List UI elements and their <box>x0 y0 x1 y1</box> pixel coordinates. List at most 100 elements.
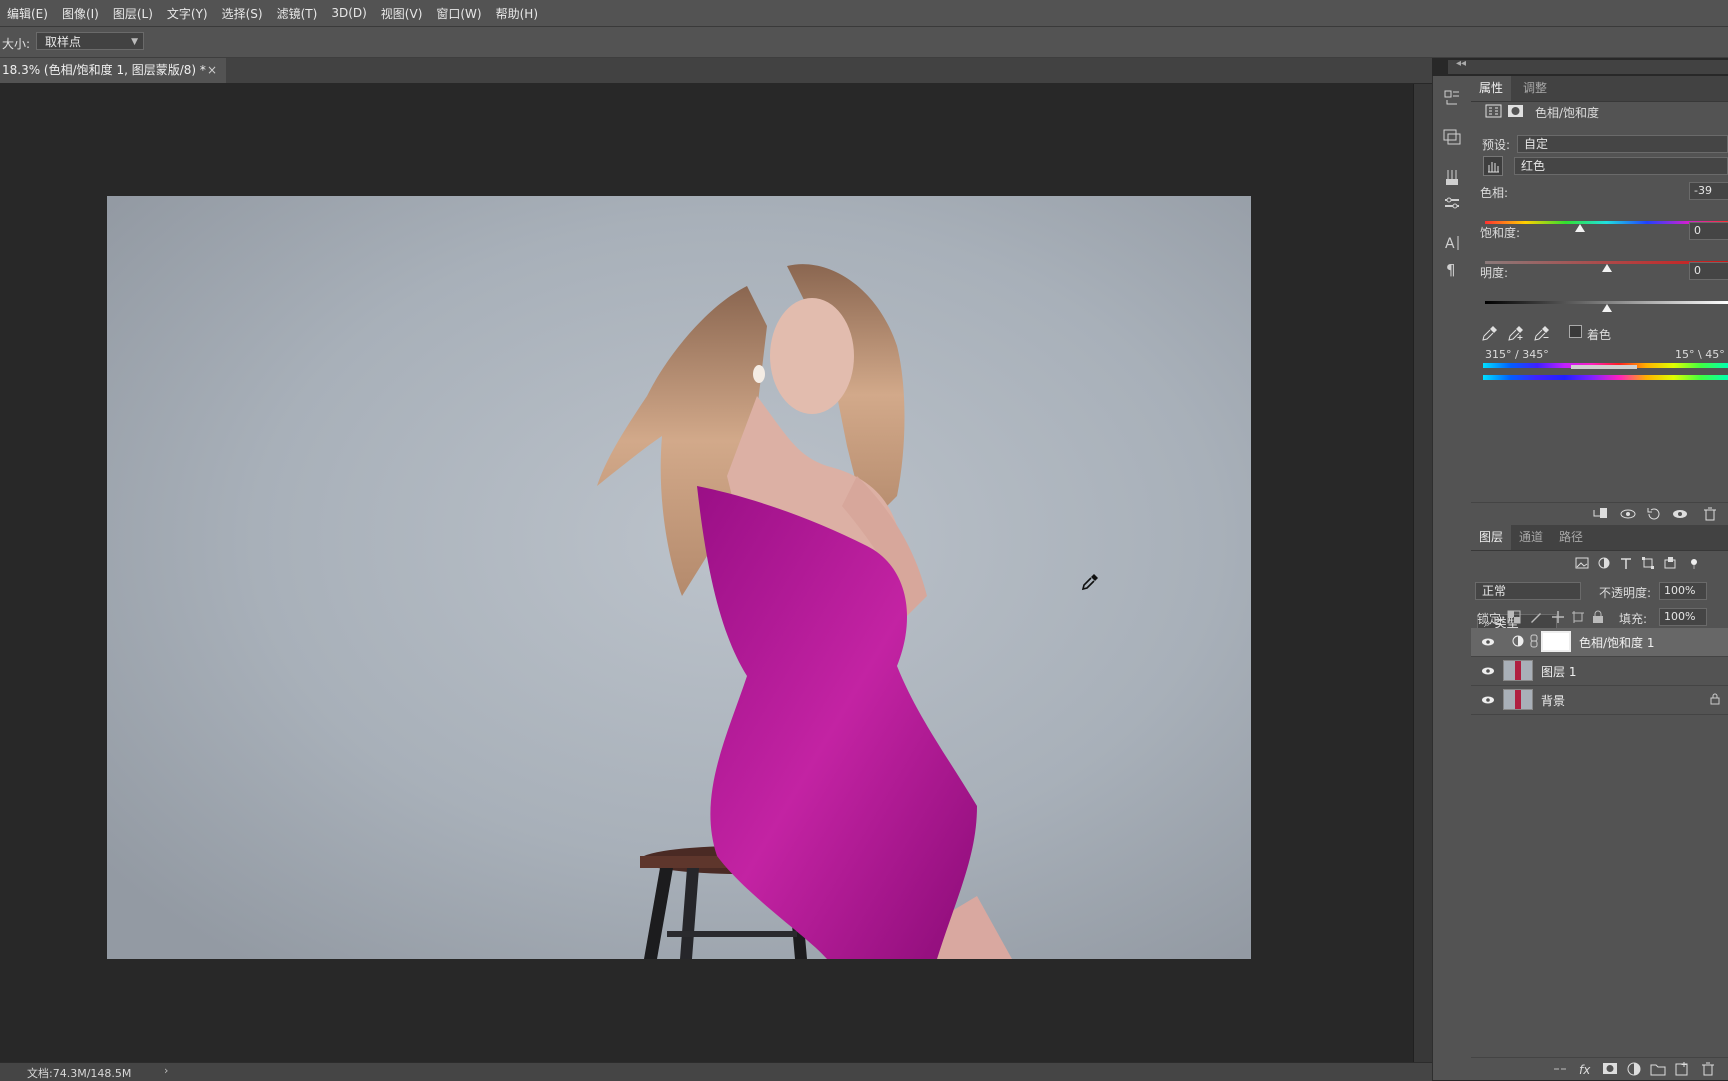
new-group-icon[interactable] <box>1649 1060 1667 1078</box>
character-icon[interactable]: A <box>1443 234 1461 252</box>
options-bar: 大小: 取样点 ▼ <box>0 27 1728 58</box>
opacity-label: 不透明度: <box>1599 586 1652 600</box>
preset-select[interactable]: 自定 <box>1517 135 1728 153</box>
range-right-readout: 15° \ 45° <box>1675 348 1725 361</box>
channel-select[interactable]: 红色 <box>1514 157 1728 175</box>
blend-mode-select[interactable]: 正常 <box>1475 582 1581 600</box>
menu-select[interactable]: 选择(S) <box>215 5 270 22</box>
filter-pixel-icon[interactable] <box>1575 556 1593 574</box>
hue-saturation-icon <box>1511 634 1525 648</box>
lightness-slider-thumb[interactable] <box>1601 304 1612 312</box>
visibility-eye-icon[interactable] <box>1481 694 1495 704</box>
filter-adjustment-icon[interactable] <box>1597 556 1615 574</box>
lock-icon <box>1709 693 1721 705</box>
collapse-panels-icon[interactable]: ◂◂ <box>1456 58 1466 69</box>
status-menu-arrow-icon[interactable]: › <box>164 1064 168 1077</box>
menu-edit[interactable]: 编辑(E) <box>0 5 55 22</box>
layer-mask-thumbnail[interactable] <box>1541 631 1571 652</box>
view-previous-state-icon[interactable] <box>1619 505 1637 523</box>
panel-dock-header[interactable]: ◂◂ <box>1448 58 1728 74</box>
lock-label: 锁定: <box>1477 612 1506 626</box>
layer-name[interactable]: 色相/饱和度 1 <box>1579 634 1655 651</box>
tab-paths[interactable]: 路径 <box>1551 525 1591 550</box>
lightness-value-input[interactable]: 0 <box>1689 262 1728 280</box>
properties-tabs: 属性 调整 <box>1471 76 1728 102</box>
link-layers-icon[interactable] <box>1551 1060 1569 1078</box>
document-size-info[interactable]: 文档:74.3M/148.5M <box>27 1065 131 1081</box>
layers-footer: fx <box>1471 1057 1728 1080</box>
menu-view[interactable]: 视图(V) <box>374 5 430 22</box>
visibility-eye-icon[interactable] <box>1481 636 1495 646</box>
tab-properties[interactable]: 属性 <box>1471 76 1512 101</box>
layer-comps-icon[interactable] <box>1443 128 1461 146</box>
add-to-sample-icon[interactable] <box>1507 324 1525 342</box>
clip-to-layer-icon[interactable] <box>1591 505 1609 523</box>
visibility-eye-icon[interactable] <box>1481 665 1495 675</box>
eyedropper-icon[interactable] <box>1481 324 1499 342</box>
menu-window[interactable]: 窗口(W) <box>429 5 488 22</box>
status-bar: 文档:74.3M/148.5M › <box>0 1062 1432 1081</box>
layer-thumbnail[interactable] <box>1503 689 1533 710</box>
chain-link-icon[interactable] <box>1529 634 1539 648</box>
saturation-slider-thumb[interactable] <box>1601 264 1612 272</box>
adjustment-layer-icon[interactable] <box>1485 102 1503 120</box>
tool-presets-icon[interactable] <box>1443 194 1461 212</box>
menu-type[interactable]: 文字(Y) <box>160 5 215 22</box>
colorize-label: 着色 <box>1587 328 1612 342</box>
subtract-from-sample-icon[interactable] <box>1533 324 1551 342</box>
layer-name[interactable]: 图层 1 <box>1541 663 1576 680</box>
add-mask-icon[interactable] <box>1601 1060 1619 1078</box>
brushes-icon[interactable] <box>1443 168 1461 186</box>
filter-shape-icon[interactable] <box>1641 556 1659 574</box>
menu-filter[interactable]: 滤镜(T) <box>270 5 325 22</box>
right-panel-dock: 属性 调整 色相/饱和度 预设: 自定 红色 色相: -39 饱和度: 0 明度… <box>1471 76 1728 1080</box>
menu-3d[interactable]: 3D(D) <box>324 6 373 20</box>
mask-icon[interactable] <box>1507 102 1525 120</box>
lock-position-icon[interactable] <box>1551 610 1569 628</box>
document-tab[interactable]: 18.3% (色相/饱和度 1, 图层蒙版/8) * × <box>0 58 226 83</box>
menu-layer[interactable]: 图层(L) <box>106 5 160 22</box>
close-icon[interactable]: × <box>207 58 217 83</box>
toggle-visibility-icon[interactable] <box>1671 505 1689 523</box>
layer-name[interactable]: 背景 <box>1541 692 1565 709</box>
opacity-input[interactable]: 100% <box>1659 582 1707 600</box>
fill-input[interactable]: 100% <box>1659 608 1707 626</box>
delete-layer-icon[interactable] <box>1699 1060 1717 1078</box>
on-image-adjust-hand-icon[interactable] <box>1483 156 1503 176</box>
filter-toggle-icon[interactable] <box>1687 556 1705 574</box>
new-adjustment-layer-icon[interactable] <box>1625 1060 1643 1078</box>
tab-channels[interactable]: 通道 <box>1511 525 1551 550</box>
menu-bar: 编辑(E) 图像(I) 图层(L) 文字(Y) 选择(S) 滤镜(T) 3D(D… <box>0 0 1728 27</box>
colorize-checkbox[interactable] <box>1569 325 1582 338</box>
document-tab-bar: 18.3% (色相/饱和度 1, 图层蒙版/8) * × <box>0 58 1432 83</box>
filter-smart-object-icon[interactable] <box>1663 556 1681 574</box>
menu-help[interactable]: 帮助(H) <box>489 5 545 22</box>
history-icon[interactable] <box>1443 88 1461 106</box>
blend-mode-value: 正常 <box>1482 584 1507 598</box>
lock-artboard-icon[interactable] <box>1571 610 1589 628</box>
sample-size-value: 取样点 <box>45 35 82 49</box>
new-layer-icon[interactable] <box>1673 1060 1691 1078</box>
layer-row-adjustment[interactable]: 色相/饱和度 1 <box>1471 628 1728 657</box>
lock-all-icon[interactable] <box>1591 610 1609 628</box>
lock-transparent-icon[interactable] <box>1507 610 1525 628</box>
hue-value-input[interactable]: -39 <box>1689 182 1728 200</box>
color-range-selector[interactable] <box>1571 365 1637 369</box>
sample-size-select[interactable]: 取样点 ▼ <box>36 32 144 50</box>
reset-adjustment-icon[interactable] <box>1645 505 1663 523</box>
layer-row-background[interactable]: 背景 <box>1471 686 1728 715</box>
layer-thumbnail[interactable] <box>1503 660 1533 681</box>
layer-row-pixel[interactable]: 图层 1 <box>1471 657 1728 686</box>
hue-slider-thumb[interactable] <box>1575 224 1586 232</box>
fx-icon[interactable]: fx <box>1577 1060 1595 1078</box>
filter-type-icon[interactable] <box>1619 556 1637 574</box>
tab-adjustments[interactable]: 调整 <box>1515 76 1555 101</box>
vertical-scrollbar[interactable] <box>1413 84 1432 1062</box>
saturation-label: 饱和度: <box>1480 226 1521 240</box>
delete-adjustment-icon[interactable] <box>1701 505 1719 523</box>
lock-image-pixels-icon[interactable] <box>1529 610 1547 628</box>
saturation-value-input[interactable]: 0 <box>1689 222 1728 240</box>
tab-layers[interactable]: 图层 <box>1471 525 1512 550</box>
menu-image[interactable]: 图像(I) <box>55 5 106 22</box>
paragraph-icon[interactable]: ¶ <box>1443 260 1461 279</box>
